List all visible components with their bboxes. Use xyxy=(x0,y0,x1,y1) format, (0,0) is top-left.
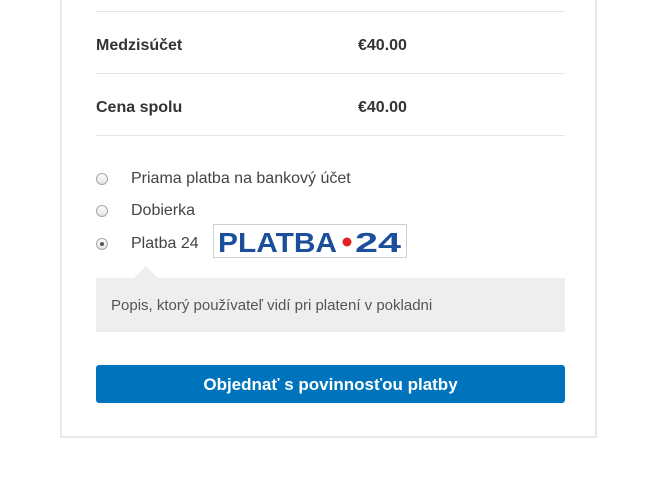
payment-method-label[interactable]: Platba 24 xyxy=(131,235,199,253)
divider xyxy=(96,11,565,12)
checkout-card: Medzisúčet €40.00 Cena spolu €40.00 Pria… xyxy=(60,0,597,438)
divider xyxy=(96,73,565,74)
payment-method-label[interactable]: Dobierka xyxy=(131,202,195,220)
total-row: Cena spolu €40.00 xyxy=(96,93,565,123)
divider xyxy=(96,135,565,136)
total-label: Cena spolu xyxy=(96,99,183,116)
payment-method-platba24[interactable]: Platba 24 PLATBA 24 xyxy=(96,224,565,258)
radio-bank-transfer[interactable] xyxy=(96,173,108,185)
payment-method-cod[interactable]: Dobierka xyxy=(96,201,565,225)
payment-method-label[interactable]: Priama platba na bankový účet xyxy=(131,170,351,188)
subtotal-row: Medzisúčet €40.00 xyxy=(96,31,565,61)
payment-description-text: Popis, ktorý používateľ vidí pri platení… xyxy=(111,297,433,314)
description-pointer xyxy=(134,266,158,278)
payment-method-bank-transfer[interactable]: Priama platba na bankový účet xyxy=(96,169,565,193)
svg-text:PLATBA: PLATBA xyxy=(218,227,337,257)
subtotal-label: Medzisúčet xyxy=(96,37,183,54)
place-order-button[interactable]: Objednať s povinnosťou platby xyxy=(96,365,565,403)
radio-platba24[interactable] xyxy=(96,238,108,250)
payment-description-box: Popis, ktorý používateľ vidí pri platení… xyxy=(96,266,565,332)
platba24-logo: PLATBA 24 xyxy=(213,224,407,258)
svg-text:24: 24 xyxy=(355,227,402,257)
total-value: €40.00 xyxy=(358,99,407,116)
subtotal-value: €40.00 xyxy=(358,37,407,54)
radio-cod[interactable] xyxy=(96,205,108,217)
